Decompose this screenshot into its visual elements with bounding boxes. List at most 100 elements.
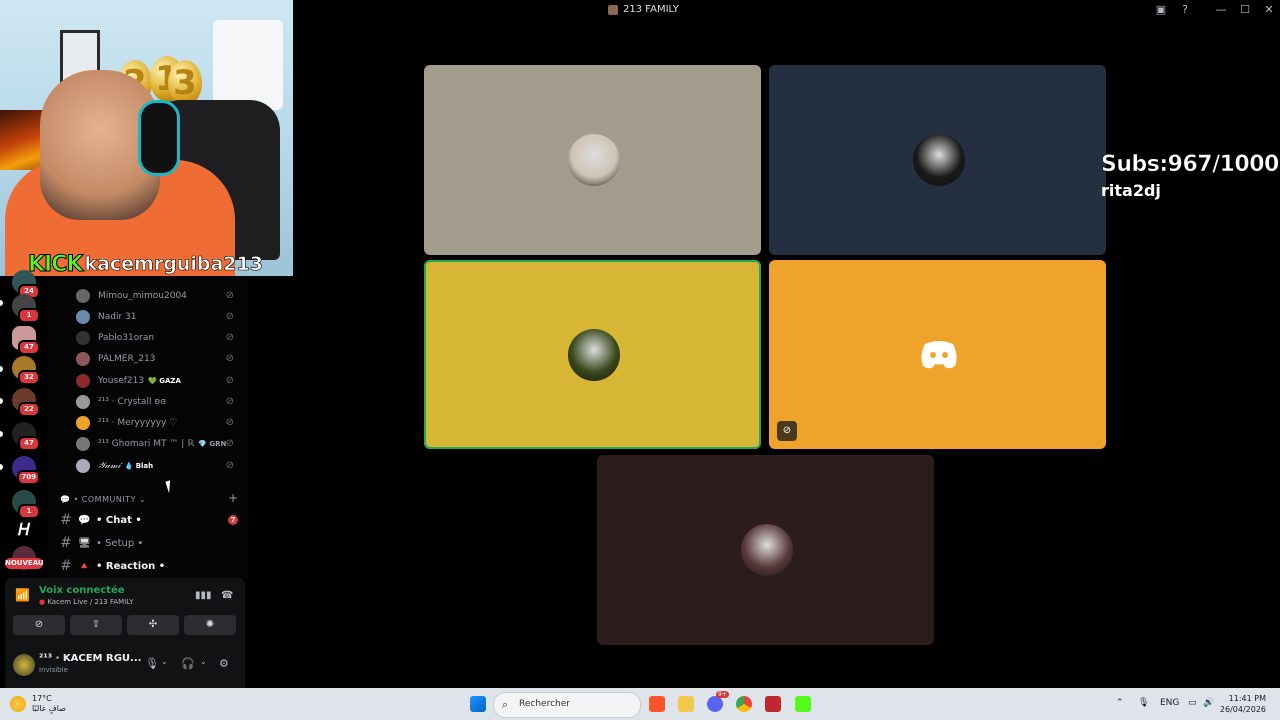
mention-badge: 47 [18, 340, 40, 355]
signal-icon[interactable]: 📶 [15, 588, 30, 602]
server-icon[interactable]: 1 [12, 294, 40, 323]
unread-pip [0, 300, 3, 306]
hash-icon: # [60, 512, 72, 528]
adobe-icon[interactable] [765, 696, 781, 712]
category-community[interactable]: 💬 • COMMUNITY ⌄ [60, 495, 146, 504]
channel-reaction[interactable]: # 🔺 • Reaction • [60, 556, 165, 576]
chevron-down-icon[interactable]: ⌄ [200, 657, 207, 666]
member-name: Yousef213 [98, 376, 145, 386]
clock-time: 11:41 PM [1228, 694, 1266, 703]
server-icon[interactable]: 47 [12, 326, 40, 355]
file-explorer-icon[interactable] [678, 696, 694, 712]
participant-tile-speaking[interactable] [424, 260, 761, 449]
voice-location-text: Kacem Live / 213 FAMILY [47, 598, 134, 606]
deafened-icon: ⊘ [225, 396, 234, 407]
avatar [76, 331, 90, 345]
network-icon[interactable]: ▭ [1188, 698, 1197, 708]
maximize-button[interactable]: ☐ [1237, 3, 1253, 16]
activities-button[interactable]: ✣ [127, 615, 179, 635]
minimize-button[interactable]: — [1213, 3, 1229, 16]
brave-browser-icon[interactable] [649, 696, 665, 712]
member-name: Pablo31oran [98, 333, 155, 343]
avatar [76, 310, 90, 324]
close-button[interactable]: ✕ [1261, 3, 1277, 16]
volume-icon[interactable]: 🔊 [1203, 698, 1214, 708]
microphone-tray-icon[interactable]: 🎙 [1138, 698, 1149, 708]
server-icon[interactable]: 24 [12, 270, 40, 299]
deafened-icon: ⊘ [777, 421, 797, 441]
member-name: Mimou_mimou2004 [98, 291, 187, 301]
help-icon[interactable]: ? [1177, 3, 1193, 16]
user-avatar[interactable] [13, 654, 35, 676]
clock[interactable]: 11:41 PM 26/04/2026 [1220, 693, 1266, 715]
participant-tile[interactable] [769, 65, 1106, 255]
camera-button[interactable]: ⊘ [13, 615, 65, 635]
server-icon[interactable]: 47 [12, 422, 40, 451]
voice-member[interactable]: Mimou_mimou2004 ⊘ [76, 286, 244, 306]
start-windows-icon[interactable] [470, 696, 486, 712]
voice-status[interactable]: Voix connectée [39, 585, 125, 596]
voice-location[interactable]: ● Kacem Live / 213 FAMILY [39, 598, 134, 606]
voice-member[interactable]: ²¹³ · Crystall ʚɞ ⊘ [76, 392, 244, 412]
member-name: Nadir 31 [98, 312, 137, 322]
category-label: • COMMUNITY ⌄ [73, 495, 147, 504]
channel-emoji: 💬 [78, 514, 91, 526]
voice-member[interactable]: Nadir 31 ⊘ [76, 307, 244, 327]
settings-gear-icon[interactable]: ⚙ [219, 657, 229, 670]
participant-tile[interactable]: ⊘ [769, 260, 1106, 449]
channel-label: • Chat • [96, 514, 142, 526]
unread-pip [0, 366, 3, 372]
avatar [76, 374, 90, 388]
deafened-icon: ⊘ [225, 290, 234, 301]
member-tag: 💧 Blah [124, 462, 154, 470]
participant-tile[interactable] [424, 65, 761, 255]
soundboard-button[interactable]: ✺ [184, 615, 236, 635]
voice-member[interactable]: 𝒴𝒶𝓂𝒾 💧 Blah ⊘ [76, 456, 244, 476]
kick-app-icon[interactable] [795, 696, 811, 712]
inbox-icon[interactable]: ▣ [1153, 3, 1169, 16]
member-name: ²¹³ Ghomari MT ™ | ℝ [98, 439, 195, 449]
chrome-icon[interactable] [736, 696, 752, 712]
chevron-up-icon[interactable]: ⌃ [1116, 698, 1124, 708]
headset-icon[interactable]: 🎧 [181, 657, 195, 670]
participant-avatar [568, 134, 620, 186]
temperature: 17°C [32, 694, 52, 703]
deafened-icon: ⊘ [225, 417, 234, 428]
language-indicator[interactable]: ENG [1160, 698, 1179, 708]
chevron-down-icon[interactable]: ⌄ [161, 657, 168, 666]
screen-share-button[interactable]: ⇪ [70, 615, 122, 635]
server-icon[interactable]: 709 [12, 456, 40, 485]
channel-label: • Reaction • [96, 560, 166, 572]
webcam-overlay: 2 1 3 KICK kacemrguiba213 [0, 0, 293, 276]
server-icon[interactable]: 32 [12, 356, 40, 385]
discord-taskbar-icon[interactable] [707, 696, 723, 712]
disconnect-icon[interactable]: ☎ [221, 590, 233, 601]
subs-counter: Subs:967/1000 [1101, 152, 1280, 178]
voice-panel: 📶 Voix connectée ● Kacem Live / 213 FAMI… [5, 578, 245, 688]
voice-member[interactable]: ²¹³ · Meryyyyyy ♡ ⊘ [76, 413, 244, 433]
voice-member[interactable]: Yousef213 💚 GAZA ⊘ [76, 371, 244, 391]
search-box[interactable]: ⌕ Rechercher [493, 692, 641, 718]
voice-member[interactable]: Pablo31oran ⊘ [76, 328, 244, 348]
channel-setup[interactable]: # 🖥 • Setup • [60, 533, 143, 553]
deafened-icon: ⊘ [225, 438, 234, 449]
user-name[interactable]: ²¹³ · KACEM RGU... [39, 653, 141, 664]
server-icon[interactable]: 22 [12, 388, 40, 417]
microphone-icon[interactable]: 🎙 [145, 657, 159, 670]
weather-widget[interactable]: 17°C صافٍ غالبًا [10, 694, 66, 714]
deafened-icon: ⊘ [225, 375, 234, 386]
channel-label: • Setup • [96, 537, 144, 549]
participant-tile[interactable] [597, 455, 934, 645]
server-icon[interactable]: 𝐻 [12, 518, 36, 542]
discord-badge: 9+ [716, 691, 729, 698]
add-channel-button[interactable]: + [228, 491, 238, 505]
user-status: Invisible [39, 666, 68, 674]
hash-icon: # [60, 558, 72, 574]
member-name: PALMER_213 [98, 354, 156, 364]
noise-suppression-icon[interactable]: ▮▮▮ [195, 590, 212, 601]
mention-badge: 709 [17, 470, 40, 485]
channel-chat[interactable]: # 💬 • Chat • [60, 510, 142, 530]
voice-member[interactable]: ²¹³ Ghomari MT ™ | ℝ 💎 GRN ⊘ [76, 434, 244, 454]
server-icon[interactable]: 1 [12, 490, 40, 519]
voice-member[interactable]: PALMER_213 ⊘ [76, 349, 244, 369]
